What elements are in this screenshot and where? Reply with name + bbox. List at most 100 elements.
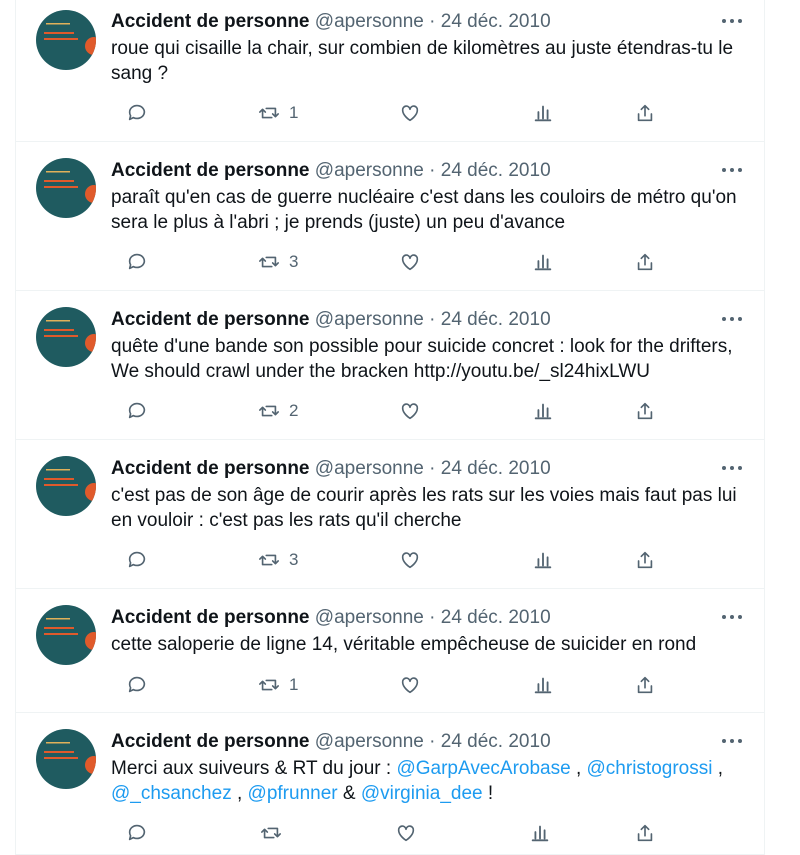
mention-link[interactable]: @GarpAvecArobase <box>396 758 570 779</box>
tweet[interactable]: Accident de personne @apersonne · 24 déc… <box>16 142 764 291</box>
author-name[interactable]: Accident de personne <box>111 160 310 181</box>
analytics-icon <box>531 825 549 842</box>
retweet-count: 1 <box>289 675 299 694</box>
mention-link[interactable]: @christogrossi <box>587 758 713 779</box>
like-button[interactable] <box>395 820 417 846</box>
author-handle[interactable]: @apersonne <box>315 309 424 330</box>
share-button[interactable] <box>634 820 656 846</box>
tweet[interactable]: Accident de personne @apersonne · 24 déc… <box>16 291 764 440</box>
tweet-date[interactable]: 24 déc. 2010 <box>441 309 551 330</box>
author-name[interactable]: Accident de personne <box>111 458 310 479</box>
more-icon[interactable] <box>720 10 744 32</box>
reply-button[interactable] <box>126 398 148 424</box>
like-icon <box>401 403 419 420</box>
avatar[interactable] <box>36 307 96 367</box>
text-punct: , <box>231 783 248 804</box>
tweet-date[interactable]: 24 déc. 2010 <box>441 160 551 181</box>
tweet[interactable]: Accident de personne @apersonne · 24 déc… <box>16 713 764 855</box>
like-icon <box>401 254 419 271</box>
more-icon[interactable] <box>720 606 744 628</box>
author-handle[interactable]: @apersonne <box>315 458 424 479</box>
reply-button[interactable] <box>126 100 148 126</box>
analytics-icon <box>534 105 552 122</box>
more-icon[interactable] <box>720 308 744 330</box>
like-button[interactable] <box>399 398 421 424</box>
share-button[interactable] <box>634 672 656 698</box>
reply-icon <box>128 402 146 419</box>
reply-button[interactable] <box>126 547 148 573</box>
share-button[interactable] <box>634 398 656 424</box>
tweet[interactable]: Accident de personne @apersonne · 24 déc… <box>16 440 764 589</box>
tweet-date[interactable]: 24 déc. 2010 <box>441 11 551 32</box>
tweet-date[interactable]: 24 déc. 2010 <box>441 607 551 628</box>
separator: · <box>429 160 436 181</box>
retweet-count: 3 <box>289 550 299 569</box>
author-handle[interactable]: @apersonne <box>315 607 424 628</box>
share-button[interactable] <box>634 249 656 275</box>
like-button[interactable] <box>399 100 421 126</box>
reply-button[interactable] <box>126 820 148 846</box>
like-icon <box>401 552 419 569</box>
retweet-button[interactable]: 3 <box>258 249 298 275</box>
tweet-header: Accident de personne @apersonne · 24 déc… <box>111 456 754 482</box>
mention-link[interactable]: @_chsanchez <box>111 783 232 804</box>
more-icon[interactable] <box>720 159 744 181</box>
like-button[interactable] <box>399 547 421 573</box>
mention-link[interactable]: @pfrunner <box>248 783 338 804</box>
avatar[interactable] <box>36 10 96 70</box>
share-icon <box>637 824 653 842</box>
tweet-text: roue qui cisaille la chair, sur combien … <box>111 38 734 84</box>
retweet-button[interactable]: 3 <box>258 547 298 573</box>
views-button[interactable] <box>532 672 554 698</box>
share-button[interactable] <box>634 100 656 126</box>
tweet-actions: 1 <box>111 672 664 698</box>
more-icon[interactable] <box>720 730 744 752</box>
author-name[interactable]: Accident de personne <box>111 731 310 752</box>
retweet-count: 1 <box>289 103 299 122</box>
separator: · <box>429 458 436 479</box>
tweet-date[interactable]: 24 déc. 2010 <box>441 458 551 479</box>
separator: · <box>429 607 436 628</box>
views-button[interactable] <box>532 100 554 126</box>
like-button[interactable] <box>399 672 421 698</box>
views-button[interactable] <box>529 820 551 846</box>
views-button[interactable] <box>532 249 554 275</box>
retweet-button[interactable]: 2 <box>258 398 298 424</box>
share-button[interactable] <box>634 547 656 573</box>
retweet-button[interactable]: 1 <box>258 100 298 126</box>
author-name[interactable]: Accident de personne <box>111 309 310 330</box>
reply-icon <box>128 253 146 270</box>
avatar[interactable] <box>36 158 96 218</box>
tweet-header: Accident de personne @apersonne · 24 déc… <box>111 307 754 333</box>
analytics-icon <box>534 254 552 271</box>
author-handle[interactable]: @apersonne <box>315 731 424 752</box>
tweet[interactable]: Accident de personne @apersonne · 24 déc… <box>16 589 764 713</box>
mention-link[interactable]: @virginia_dee <box>361 783 483 804</box>
tweet-text: Merci aux suiveurs & RT du jour : @GarpA… <box>111 756 751 806</box>
tweet-actions: 3 <box>111 547 664 573</box>
separator: · <box>429 11 436 32</box>
author-handle[interactable]: @apersonne <box>315 160 424 181</box>
like-button[interactable] <box>399 249 421 275</box>
more-icon[interactable] <box>720 457 744 479</box>
author-handle[interactable]: @apersonne <box>315 11 424 32</box>
author-name[interactable]: Accident de personne <box>111 607 310 628</box>
retweet-button[interactable] <box>260 820 291 846</box>
text-punct: ! <box>482 783 494 804</box>
views-button[interactable] <box>532 398 554 424</box>
tweet[interactable]: Accident de personne @apersonne · 24 déc… <box>16 0 764 142</box>
tweet-text: cette saloperie de ligne 14, véritable e… <box>111 634 697 655</box>
reply-icon <box>128 676 146 693</box>
avatar[interactable] <box>36 729 96 789</box>
avatar[interactable] <box>36 605 96 665</box>
reply-button[interactable] <box>126 672 148 698</box>
views-button[interactable] <box>532 547 554 573</box>
reply-button[interactable] <box>126 249 148 275</box>
retweet-count: 3 <box>289 252 299 271</box>
retweet-button[interactable]: 1 <box>258 672 298 698</box>
tweet-date[interactable]: 24 déc. 2010 <box>441 731 551 752</box>
author-name[interactable]: Accident de personne <box>111 11 310 32</box>
like-icon <box>401 677 419 694</box>
avatar[interactable] <box>36 456 96 516</box>
retweet-icon <box>259 679 279 691</box>
